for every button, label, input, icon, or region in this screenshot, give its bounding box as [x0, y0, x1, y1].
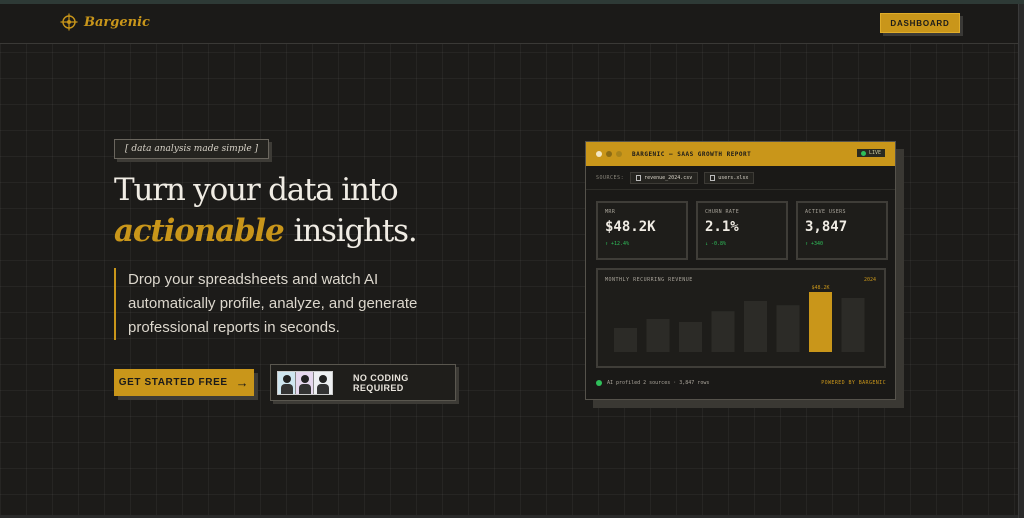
no-coding-label: NO CODING REQUIRED — [353, 372, 409, 393]
report-card: BARGENIC — SAAS GROWTH REPORT LIVE SOURC… — [585, 141, 896, 400]
sources-bar: SOURCES: revenue_2024.csv users.xlsx — [586, 166, 895, 190]
metric-active-users: ACTIVE USERS 3,847 ↑ +340 — [796, 201, 888, 260]
metrics-row: MRR $48.2K ↑ +12.4% CHURN RATE 2.1% ↓ -0… — [596, 201, 888, 260]
metric-value: 3,847 — [805, 219, 848, 235]
source-file-name: revenue_2024.csv — [644, 174, 693, 181]
mrr-chart-svg: $48.2K — [614, 285, 865, 352]
brand-logo[interactable]: Bargenic — [60, 13, 150, 31]
file-icon — [710, 174, 716, 181]
tagline-badge: [ data analysis made simple ] — [114, 139, 270, 159]
window-dot-icon — [606, 151, 612, 157]
get-started-label: GET STARTED FREE — [118, 377, 228, 388]
dashboard-button[interactable]: DASHBOARD — [880, 13, 960, 33]
metric-delta: ↓ -0.8% — [705, 241, 727, 247]
metric-label: MRR — [605, 209, 616, 215]
bar — [776, 305, 800, 352]
bar — [711, 311, 735, 352]
headline-line1: Turn your data into — [114, 172, 399, 208]
avatar — [296, 371, 314, 394]
top-nav: Bargenic DASHBOARD — [0, 4, 1018, 44]
mrr-chart: $48.2K MONTHLY RECURRING REVENUE 2024 — [596, 268, 886, 368]
source-file[interactable]: users.xlsx — [704, 171, 755, 184]
metric-mrr: MRR $48.2K ↑ +12.4% — [596, 201, 688, 260]
compass-icon — [60, 13, 78, 31]
headline-line2: actionable insights. — [114, 213, 418, 249]
headline-accent: actionable — [114, 213, 285, 249]
bar — [744, 301, 767, 352]
arrow-right-icon: → — [235, 375, 250, 390]
footer-status: AI profiled 2 sources · 3,847 rows — [607, 380, 710, 386]
bar — [614, 328, 637, 352]
bar — [679, 322, 702, 352]
bar-highlight — [809, 292, 832, 352]
chart-year: 2024 — [863, 277, 876, 283]
headline-rest: insights. — [293, 213, 418, 249]
live-label: LIVE — [868, 150, 881, 156]
get-started-button[interactable]: GET STARTED FREE → — [114, 369, 254, 396]
scrollbar[interactable] — [1018, 4, 1024, 518]
metric-delta: ↑ +340 — [805, 241, 824, 247]
file-icon — [636, 174, 642, 181]
metric-delta: ↑ +12.4% — [605, 241, 630, 247]
powered-by: POWERED BY BARGENIC — [821, 380, 886, 386]
hero-description: Drop your spreadsheets and watch AI auto… — [114, 268, 454, 340]
window-dot-icon — [596, 151, 602, 157]
metric-label: CHURN RATE — [705, 209, 740, 215]
metric-churn: CHURN RATE 2.1% ↓ -0.8% — [696, 201, 788, 260]
report-title: BARGENIC — SAAS GROWTH REPORT — [632, 150, 752, 158]
metric-label: ACTIVE USERS — [805, 209, 846, 215]
bar — [646, 319, 670, 352]
window-dot-icon — [616, 151, 622, 157]
bar — [841, 298, 865, 352]
report-header: BARGENIC — SAAS GROWTH REPORT LIVE — [586, 142, 895, 166]
report-footer: AI profiled 2 sources · 3,847 rows POWER… — [596, 380, 886, 386]
source-file-name: users.xlsx — [718, 174, 749, 181]
brand-name: Bargenic — [84, 14, 150, 30]
bar-value-label: $48.2K — [811, 285, 829, 291]
avatar — [314, 371, 332, 394]
no-coding-badge: NO CODING REQUIRED — [270, 364, 456, 401]
avatar — [278, 371, 296, 394]
status-dot-icon — [596, 380, 602, 386]
source-file[interactable]: revenue_2024.csv — [630, 171, 699, 184]
metric-value: $48.2K — [605, 219, 656, 235]
avatar-group — [277, 370, 333, 395]
live-indicator: LIVE — [856, 149, 885, 157]
sources-label: SOURCES: — [596, 174, 625, 181]
chart-title: MONTHLY RECURRING REVENUE — [605, 277, 693, 283]
live-dot-icon — [860, 150, 866, 156]
metric-value: 2.1% — [705, 219, 739, 235]
